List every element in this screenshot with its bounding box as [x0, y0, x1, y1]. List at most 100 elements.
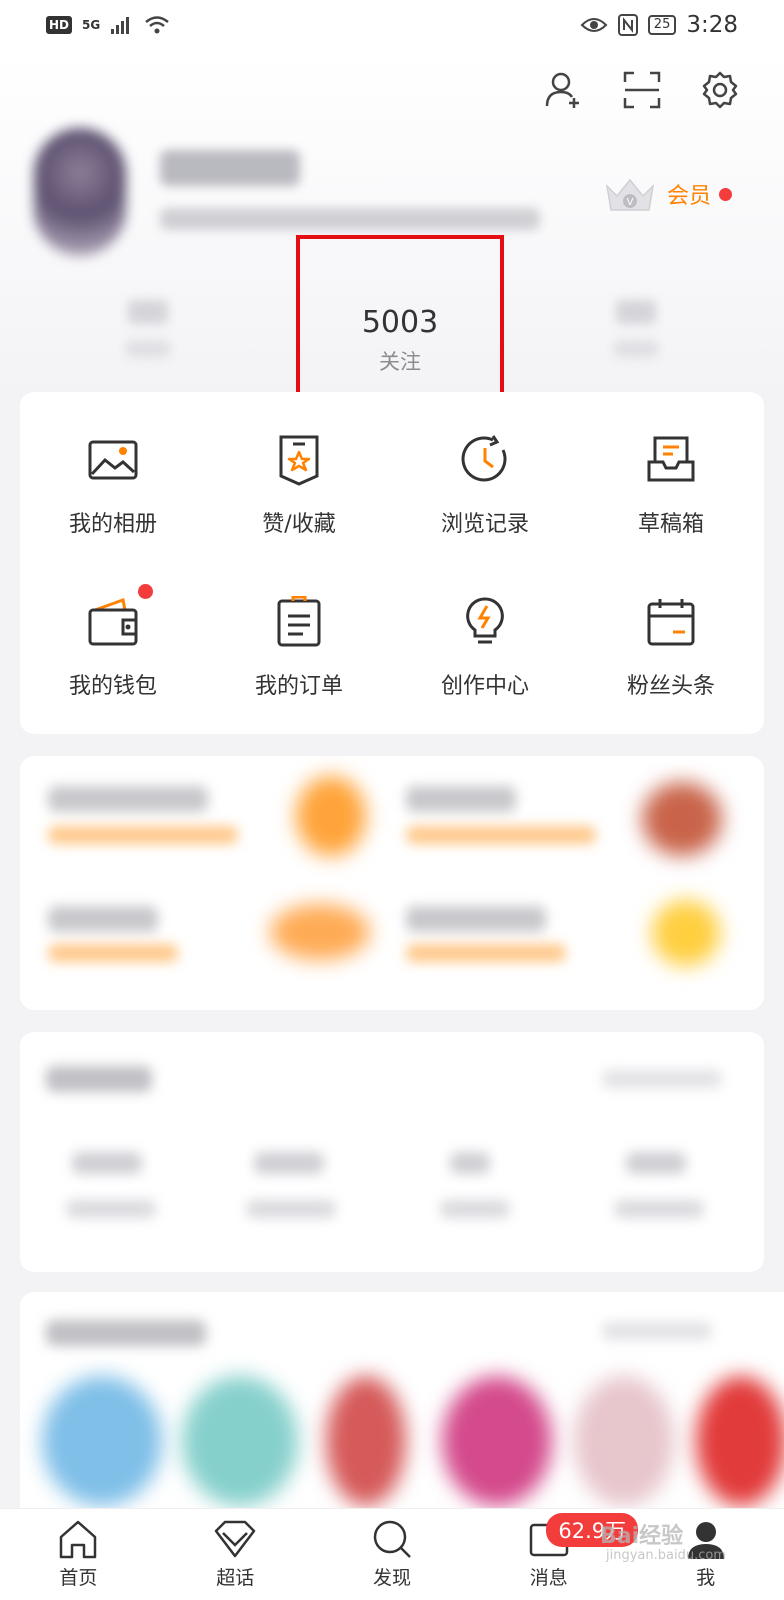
- grid-item-creator[interactable]: 创作中心: [392, 554, 578, 704]
- blurred-text: [46, 1066, 152, 1092]
- grid-label: 创作中心: [440, 674, 529, 699]
- favorite-icon: [279, 435, 319, 486]
- blurred-image: [642, 782, 722, 856]
- blurred-text: [614, 1200, 704, 1218]
- tab-super-topic[interactable]: 超话: [157, 1509, 314, 1600]
- stat-fans-blurred[interactable]: [606, 300, 666, 370]
- vip-entry[interactable]: V 会员: [601, 172, 732, 216]
- grid-label: 粉丝头条: [626, 674, 715, 699]
- blurred-text: [602, 1322, 712, 1340]
- blurred-section-card[interactable]: [20, 1032, 764, 1272]
- blurred-text: [48, 786, 208, 812]
- nfc-icon: [617, 14, 638, 36]
- avatar[interactable]: [34, 128, 126, 256]
- scan-icon: [623, 71, 661, 109]
- blurred-image: [270, 904, 370, 960]
- blurred-text: [66, 1200, 156, 1218]
- blurred-image: [652, 900, 720, 966]
- blurred-text: [406, 826, 596, 844]
- watermark-logo: Bai经验: [600, 1524, 684, 1549]
- follow-label: 关注: [379, 349, 421, 374]
- grid-label: 我的钱包: [68, 674, 157, 699]
- blurred-text: [48, 906, 158, 932]
- tab-label: 消息: [529, 1567, 568, 1589]
- blurred-topics-card[interactable]: [20, 1292, 784, 1508]
- battery-indicator: 25: [647, 15, 677, 35]
- username-blurred[interactable]: [160, 150, 300, 186]
- blurred-text: [406, 786, 516, 812]
- grid-item-wallet[interactable]: 我的钱包: [20, 554, 206, 704]
- grid-label: 草稿箱: [637, 512, 704, 537]
- hd-indicator: HD: [46, 16, 73, 34]
- grid-label: 浏览记录: [440, 512, 529, 537]
- blurred-image: [326, 1376, 406, 1506]
- blurred-image: [442, 1376, 552, 1506]
- tab-label: 超话: [216, 1567, 255, 1589]
- drafts-icon: [647, 436, 695, 482]
- blurred-text: [450, 1152, 490, 1174]
- blurred-text: [48, 826, 238, 844]
- grid-label: 我的订单: [254, 674, 343, 699]
- profile-info-blurred: [160, 208, 540, 230]
- tab-label: 首页: [59, 1567, 98, 1589]
- grid-item-fans-headline[interactable]: 粉丝头条: [578, 554, 764, 704]
- blurred-text: [602, 1070, 722, 1088]
- eye-icon: [580, 18, 608, 32]
- svg-text:V: V: [627, 197, 634, 208]
- vip-notification-dot: [719, 187, 732, 201]
- diamond-icon: [214, 1520, 256, 1558]
- blurred-image: [696, 1376, 784, 1506]
- blurred-text: [48, 944, 178, 962]
- profile-header: V 会员 5003 关注: [0, 50, 784, 390]
- scan-button[interactable]: [620, 68, 664, 112]
- blurred-image: [42, 1376, 162, 1506]
- tab-label: 发现: [372, 1567, 411, 1589]
- blurred-text: [46, 1320, 206, 1346]
- wifi-icon: [145, 16, 170, 34]
- follow-stat[interactable]: 5003 关注: [296, 290, 504, 390]
- calendar-icon: [647, 599, 695, 646]
- clock: 3:28: [686, 12, 738, 38]
- wallet-icon-wrap: [87, 584, 153, 648]
- grid-item-drafts[interactable]: 草稿箱: [578, 392, 764, 542]
- blurred-text: [246, 1200, 336, 1218]
- feature-grid: 我的相册 赞/收藏 浏览记录 草稿箱 我的钱包 我的订单 创作中心 粉丝头条: [20, 392, 764, 734]
- crown-icon: V: [605, 178, 655, 211]
- network-indicator: 5G: [82, 18, 101, 32]
- stat-weibo-blurred[interactable]: [118, 300, 178, 370]
- wallet-icon: [88, 598, 138, 646]
- follow-count: 5003: [361, 304, 439, 340]
- grid-item-favorites[interactable]: 赞/收藏: [206, 392, 392, 542]
- grid-label: 我的相册: [68, 512, 157, 537]
- wallet-notification-dot: [138, 584, 153, 599]
- blurred-text: [406, 906, 546, 932]
- tab-discover[interactable]: 发现: [314, 1509, 471, 1600]
- add-friend-button[interactable]: [542, 68, 586, 112]
- grid-label: 赞/收藏: [262, 512, 336, 537]
- settings-button[interactable]: [698, 68, 742, 112]
- home-icon: [60, 1520, 97, 1559]
- blurred-image: [182, 1376, 298, 1506]
- stats-row: 5003 关注: [0, 290, 784, 390]
- watermark-url: jingyan.baidu.com: [606, 1548, 726, 1563]
- add-user-icon: [545, 72, 579, 108]
- search-icon: [373, 1520, 411, 1558]
- tab-home[interactable]: 首页: [0, 1509, 157, 1600]
- grid-item-album[interactable]: 我的相册: [20, 392, 206, 542]
- grid-item-orders[interactable]: 我的订单: [206, 554, 392, 704]
- blurred-promo-card[interactable]: [20, 756, 764, 1010]
- blurred-text: [406, 944, 566, 962]
- blurred-text: [440, 1200, 510, 1218]
- album-icon: [88, 440, 138, 480]
- status-bar: HD 5G 25 3:28: [0, 0, 784, 50]
- signal-icon: [111, 17, 130, 34]
- gear-icon: [702, 71, 738, 109]
- blurred-text: [626, 1152, 686, 1174]
- blurred-image: [574, 1376, 674, 1506]
- creator-icon: [466, 597, 504, 644]
- blurred-image: [296, 776, 366, 856]
- grid-item-history[interactable]: 浏览记录: [392, 392, 578, 542]
- vip-label: 会员: [666, 184, 711, 209]
- history-icon: [461, 435, 507, 482]
- blurred-text: [72, 1152, 142, 1174]
